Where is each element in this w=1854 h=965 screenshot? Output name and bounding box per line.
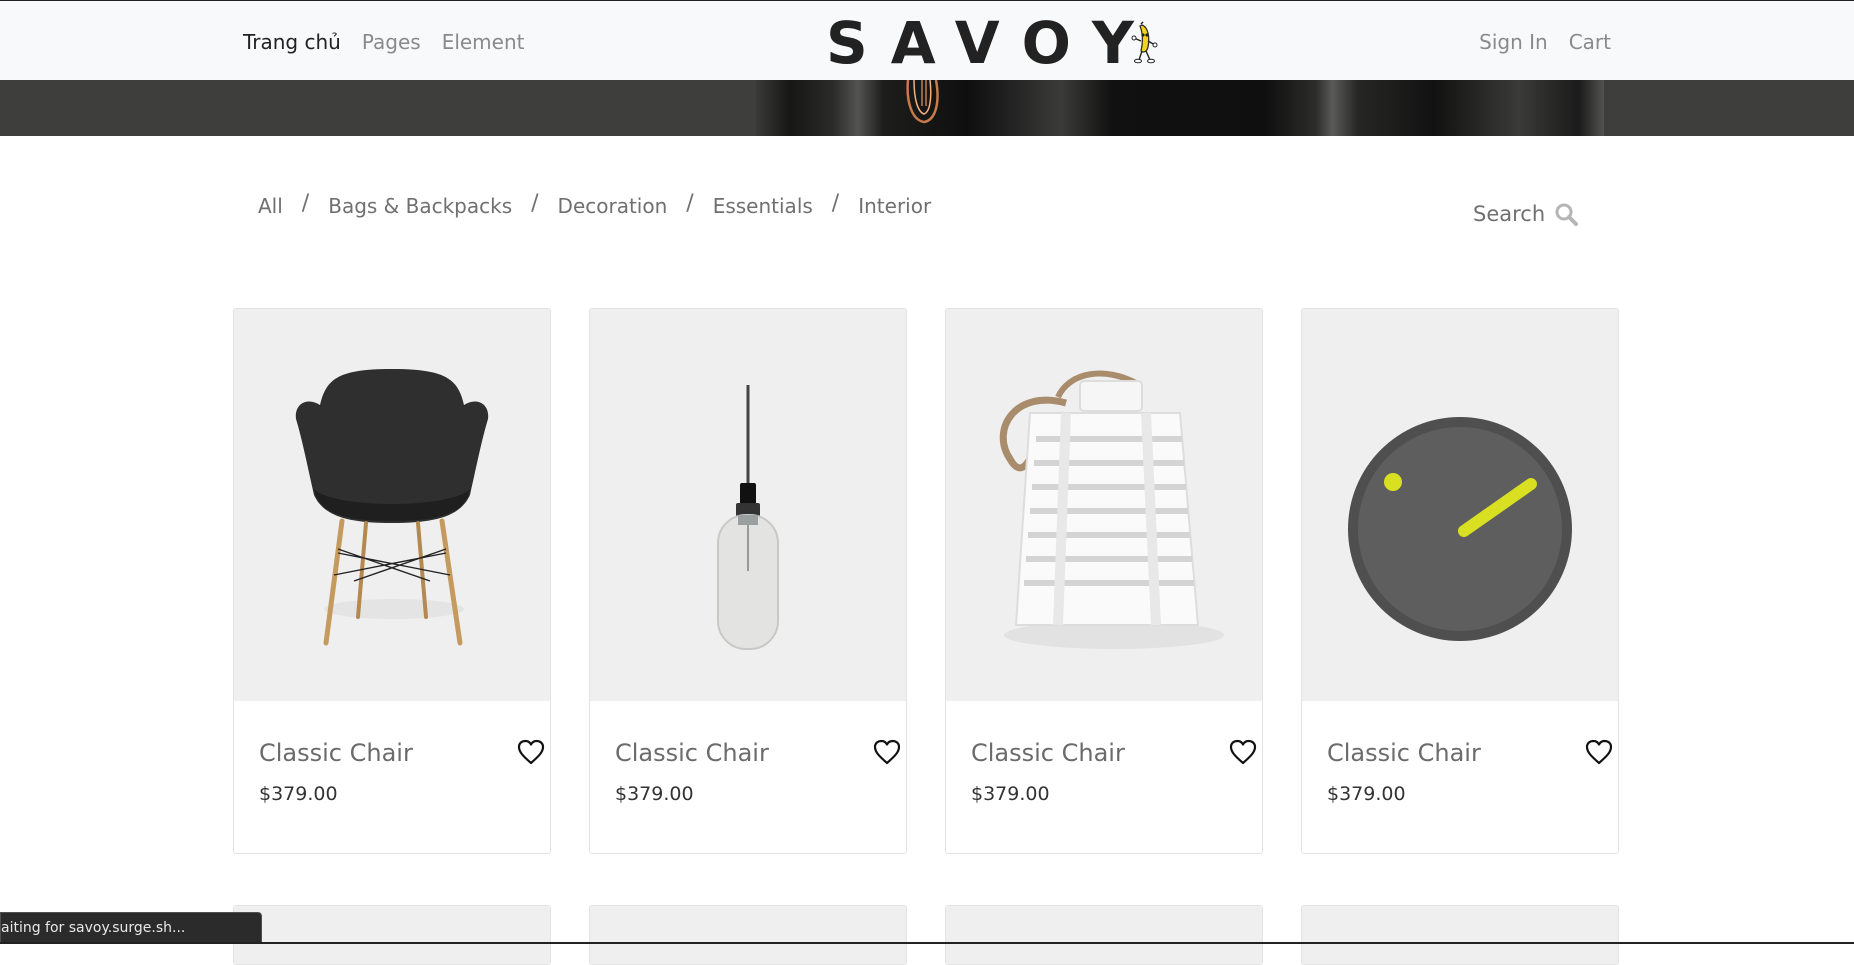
nav-pages-link[interactable]: Pages	[362, 30, 421, 54]
product-name[interactable]: Classic Chair	[971, 739, 1125, 767]
product-price: $379.00	[615, 783, 694, 805]
product-image-lamp[interactable]	[590, 309, 906, 701]
filter-all[interactable]: All	[258, 194, 283, 218]
product-card[interactable]	[945, 905, 1263, 965]
product-card[interactable]: Classic Chair $379.00	[945, 308, 1263, 854]
chair-image-icon	[295, 369, 489, 646]
product-card[interactable]	[233, 905, 551, 965]
product-image[interactable]	[1302, 906, 1618, 964]
search-icon	[1555, 203, 1579, 226]
product-name[interactable]: Classic Chair	[259, 739, 413, 767]
hero-banner	[0, 80, 1854, 136]
wishlist-heart-icon[interactable]	[873, 739, 901, 765]
nav-home-link[interactable]: Trang chủ	[243, 30, 341, 54]
filter-interior[interactable]: Interior	[858, 194, 931, 218]
account-nav: Sign In Cart	[1479, 30, 1611, 54]
search-button[interactable]: Search	[1473, 202, 1579, 226]
category-filter: All / Bags & Backpacks / Decoration / Es…	[258, 191, 931, 218]
product-image[interactable]	[234, 906, 550, 964]
product-name[interactable]: Classic Chair	[1327, 739, 1481, 767]
pendant-lamp-image-icon	[717, 385, 779, 650]
wishlist-heart-icon[interactable]	[1585, 739, 1613, 765]
filter-separator: /	[531, 191, 539, 216]
filter-essentials[interactable]: Essentials	[713, 194, 813, 218]
product-card[interactable]: Classic Chair $379.00	[233, 308, 551, 854]
product-card[interactable]	[1301, 905, 1619, 965]
product-card[interactable]: Classic Chair $379.00	[1301, 308, 1619, 854]
filament-bulb-icon	[906, 80, 939, 124]
wishlist-heart-icon[interactable]	[1229, 739, 1257, 765]
product-name[interactable]: Classic Chair	[615, 739, 769, 767]
sign-in-link[interactable]: Sign In	[1479, 30, 1548, 54]
nav-element-link[interactable]: Element	[442, 30, 525, 54]
banana-mascot-icon	[1131, 21, 1158, 64]
filter-bags-backpacks[interactable]: Bags & Backpacks	[328, 194, 512, 218]
top-navbar: Trang chủ Pages Element SAVOY Sign In Ca…	[0, 0, 1854, 80]
browser-status-bar: aiting for savoy.surge.sh...	[0, 912, 262, 944]
filter-separator: /	[831, 191, 840, 216]
product-image[interactable]	[590, 906, 906, 964]
search-label: Search	[1473, 202, 1546, 226]
filter-separator: /	[301, 191, 310, 216]
wishlist-heart-icon[interactable]	[517, 739, 545, 765]
product-card[interactable]: Classic Chair $379.00	[589, 308, 907, 854]
filter-separator: /	[686, 191, 694, 216]
wall-clock-image-icon	[1348, 417, 1572, 641]
product-price: $379.00	[971, 783, 1050, 805]
product-price: $379.00	[259, 783, 338, 805]
product-image-lantern[interactable]	[946, 309, 1262, 701]
product-image-clock[interactable]	[1302, 309, 1618, 701]
filter-decoration[interactable]: Decoration	[558, 194, 668, 218]
hero-lamps-photo	[756, 80, 1604, 136]
cart-link[interactable]: Cart	[1569, 30, 1611, 54]
product-image-chair[interactable]	[234, 309, 550, 701]
main-nav: Trang chủ Pages Element	[243, 30, 525, 54]
product-image[interactable]	[946, 906, 1262, 964]
product-price: $379.00	[1327, 783, 1406, 805]
site-logo[interactable]: SAVOY	[826, 9, 1157, 77]
product-card[interactable]	[589, 905, 907, 965]
lantern-image-icon	[999, 370, 1224, 649]
